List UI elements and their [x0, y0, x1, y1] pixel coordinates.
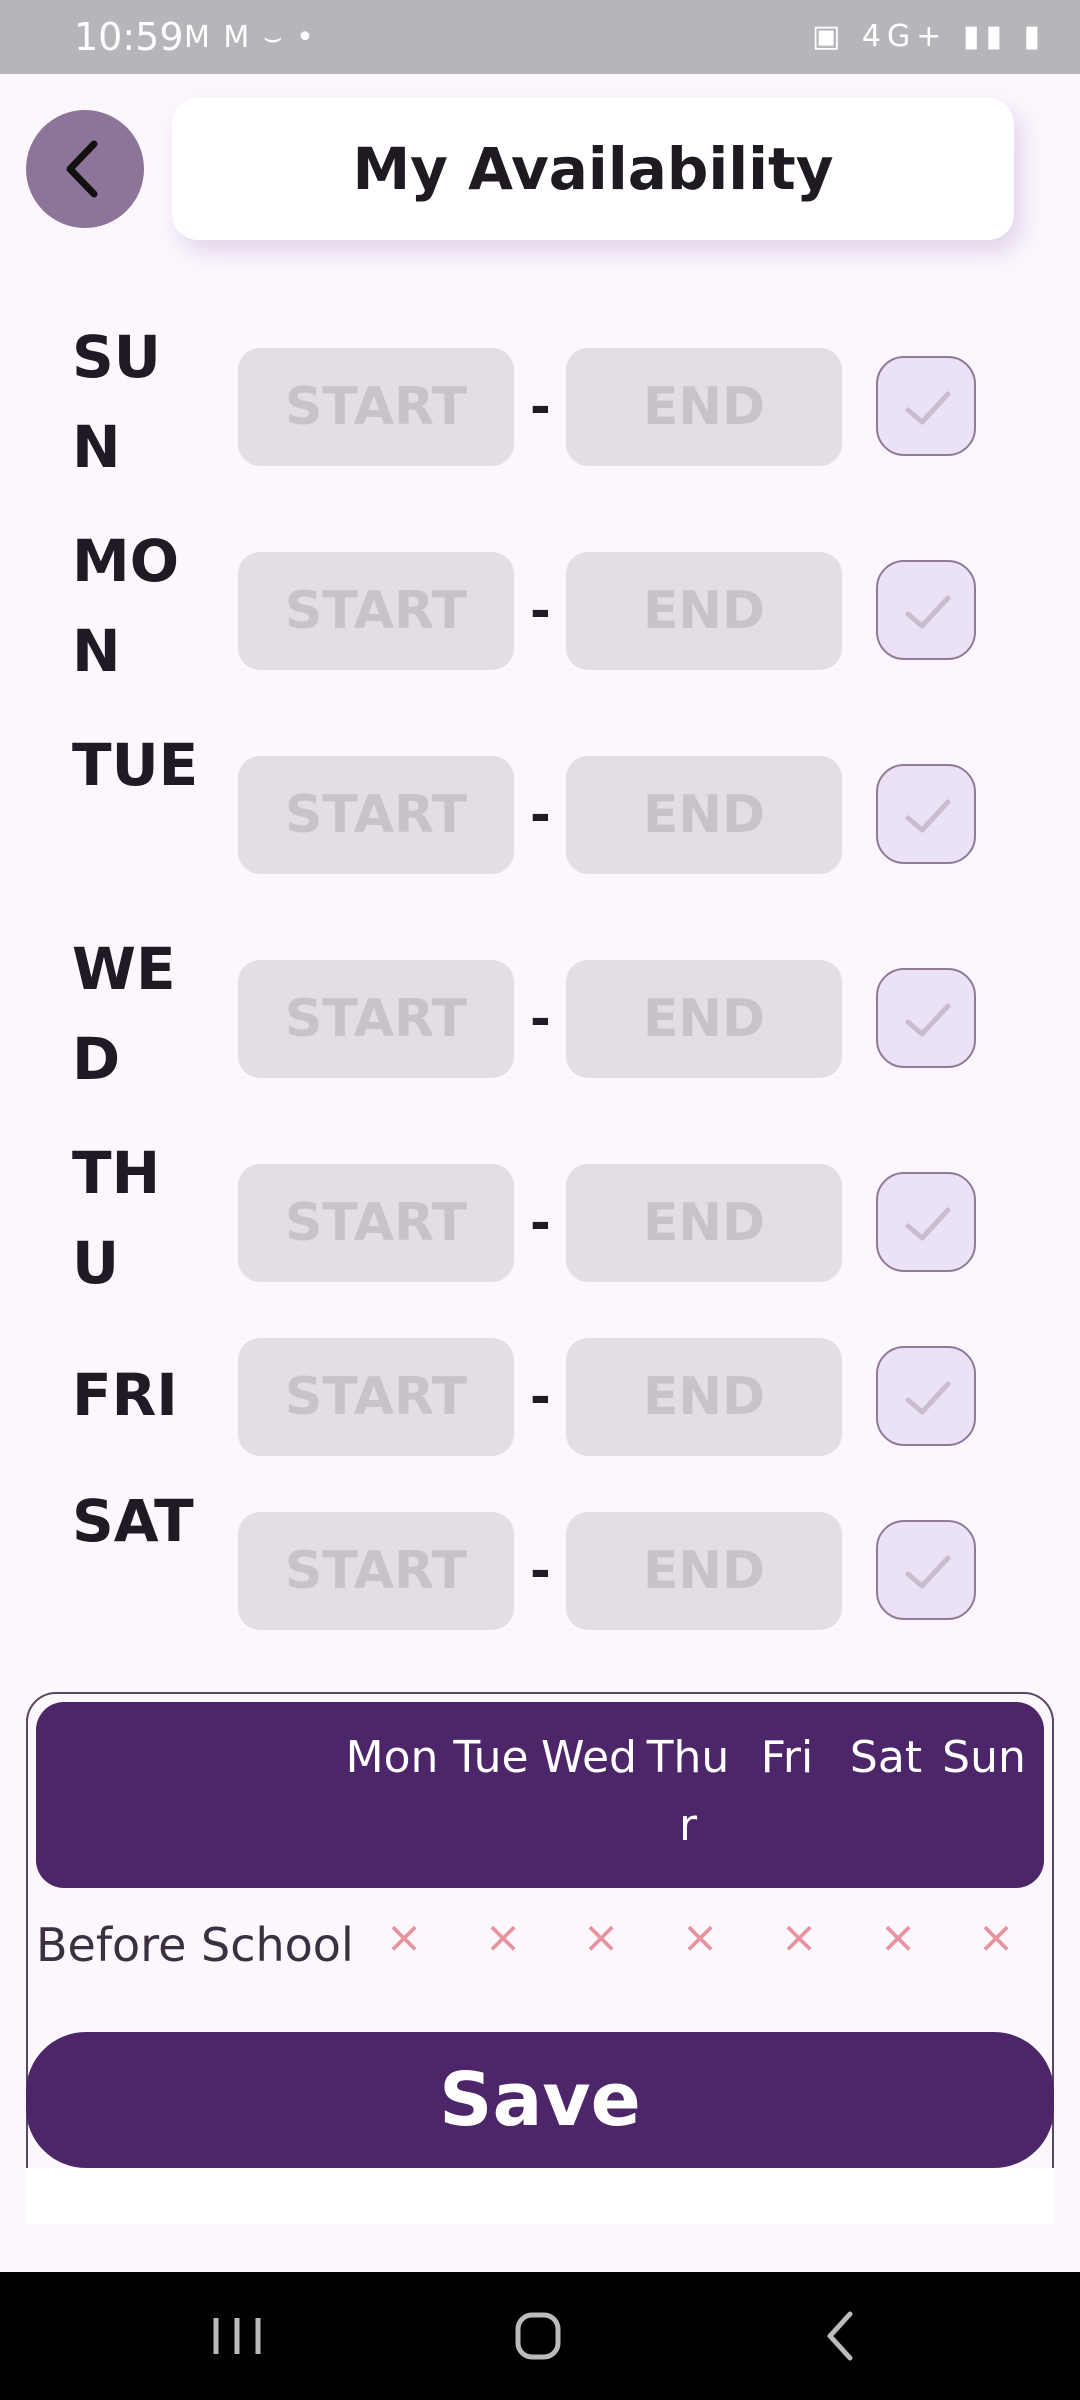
- start-time-field-tue[interactable]: START: [238, 756, 514, 874]
- day-row-sat: SAT START - END: [0, 1472, 1080, 1630]
- notification-icons: M M ⌣ •: [184, 20, 316, 55]
- checkmark-icon: [905, 799, 951, 833]
- day-row-fri: FRI START - END: [0, 1298, 1080, 1456]
- day-label-fri: FRI: [72, 1361, 178, 1429]
- cell-sun-unavailable[interactable]: ×: [948, 1912, 1044, 1963]
- start-time-field-mon[interactable]: START: [238, 552, 514, 670]
- status-bar: 10:59 M M ⌣ • ▣ 4G+ ▮▮ ▮: [0, 0, 1080, 74]
- table-header: Mon Tue Wed Thur Fri Sat Sun: [36, 1702, 1044, 1888]
- day-checkbox-thu[interactable]: [876, 1172, 976, 1272]
- checkmark-icon: [905, 391, 951, 425]
- day-checkbox-sun[interactable]: [876, 356, 976, 456]
- column-header-mon: Mon: [345, 1732, 439, 1783]
- end-time-field-tue[interactable]: END: [566, 756, 842, 874]
- day-label-sun: SUN: [72, 323, 161, 481]
- checkmark-icon: [905, 1555, 951, 1589]
- day-row-wed: WED START - END: [0, 920, 1080, 1093]
- end-time-field-sun[interactable]: END: [566, 348, 842, 466]
- back-button[interactable]: [26, 110, 144, 228]
- day-row-mon: MON START - END: [0, 512, 1080, 685]
- checkmark-icon: [905, 1207, 951, 1241]
- checkmark-icon: [905, 1381, 951, 1415]
- end-time-field-wed[interactable]: END: [566, 960, 842, 1078]
- day-label-sat: SAT: [72, 1487, 194, 1555]
- time-separator: -: [530, 1194, 551, 1252]
- end-time-field-fri[interactable]: END: [566, 1338, 842, 1456]
- start-time-field-fri[interactable]: START: [238, 1338, 514, 1456]
- day-label-tue: TUE: [72, 731, 199, 799]
- day-checkbox-tue[interactable]: [876, 764, 976, 864]
- day-label-thu: THU: [72, 1139, 161, 1297]
- checkmark-icon: [905, 1003, 951, 1037]
- cell-wed-unavailable[interactable]: ×: [553, 1912, 649, 1963]
- day-checkbox-mon[interactable]: [876, 560, 976, 660]
- status-time: 10:59: [74, 15, 184, 59]
- cell-sat-unavailable[interactable]: ×: [850, 1912, 946, 1963]
- time-separator: -: [530, 990, 551, 1048]
- save-button[interactable]: Save: [26, 2032, 1054, 2168]
- recent-apps-icon[interactable]: [202, 2306, 272, 2366]
- column-header-sun: Sun: [942, 1732, 1026, 1783]
- checkmark-icon: [905, 595, 951, 629]
- save-area-background: [26, 2168, 1054, 2224]
- day-row-tue: TUE START - END: [0, 716, 1080, 874]
- day-label-mon: MON: [72, 527, 180, 685]
- day-checkbox-sat[interactable]: [876, 1520, 976, 1620]
- column-header-fri: Fri: [760, 1732, 814, 1783]
- column-header-thur: Thur: [646, 1732, 730, 1851]
- column-header-sat: Sat: [849, 1732, 923, 1783]
- time-separator: -: [530, 1368, 551, 1426]
- end-time-field-thu[interactable]: END: [566, 1164, 842, 1282]
- time-separator: -: [530, 582, 551, 640]
- end-time-field-mon[interactable]: END: [566, 552, 842, 670]
- time-separator: -: [530, 786, 551, 844]
- title-card: My Availability: [172, 98, 1014, 240]
- start-time-field-sun[interactable]: START: [238, 348, 514, 466]
- cell-tue-unavailable[interactable]: ×: [455, 1912, 551, 1963]
- cell-mon-unavailable[interactable]: ×: [356, 1912, 452, 1963]
- column-header-wed: Wed: [541, 1732, 637, 1783]
- day-row-thu: THU START - END: [0, 1124, 1080, 1297]
- day-checkbox-fri[interactable]: [876, 1346, 976, 1446]
- chevron-left-icon: [66, 140, 98, 198]
- column-header-tue: Tue: [453, 1732, 529, 1783]
- cell-fri-unavailable[interactable]: ×: [751, 1912, 847, 1963]
- home-icon[interactable]: [503, 2306, 573, 2366]
- time-separator: -: [530, 1542, 551, 1600]
- back-nav-icon[interactable]: [806, 2306, 876, 2366]
- day-row-sun: SUN START - END: [0, 308, 1080, 481]
- start-time-field-wed[interactable]: START: [238, 960, 514, 1078]
- day-label-wed: WED: [72, 935, 176, 1093]
- start-time-field-sat[interactable]: START: [238, 1512, 514, 1630]
- system-status-icons: ▣ 4G+ ▮▮ ▮: [812, 19, 1046, 54]
- end-time-field-sat[interactable]: END: [566, 1512, 842, 1630]
- day-checkbox-wed[interactable]: [876, 968, 976, 1068]
- page-title: My Availability: [352, 135, 834, 203]
- start-time-field-thu[interactable]: START: [238, 1164, 514, 1282]
- row-label-before-school: Before School: [36, 1918, 354, 1972]
- system-navigation-bar: [0, 2272, 1080, 2400]
- time-separator: -: [530, 378, 551, 436]
- cell-thur-unavailable[interactable]: ×: [652, 1912, 748, 1963]
